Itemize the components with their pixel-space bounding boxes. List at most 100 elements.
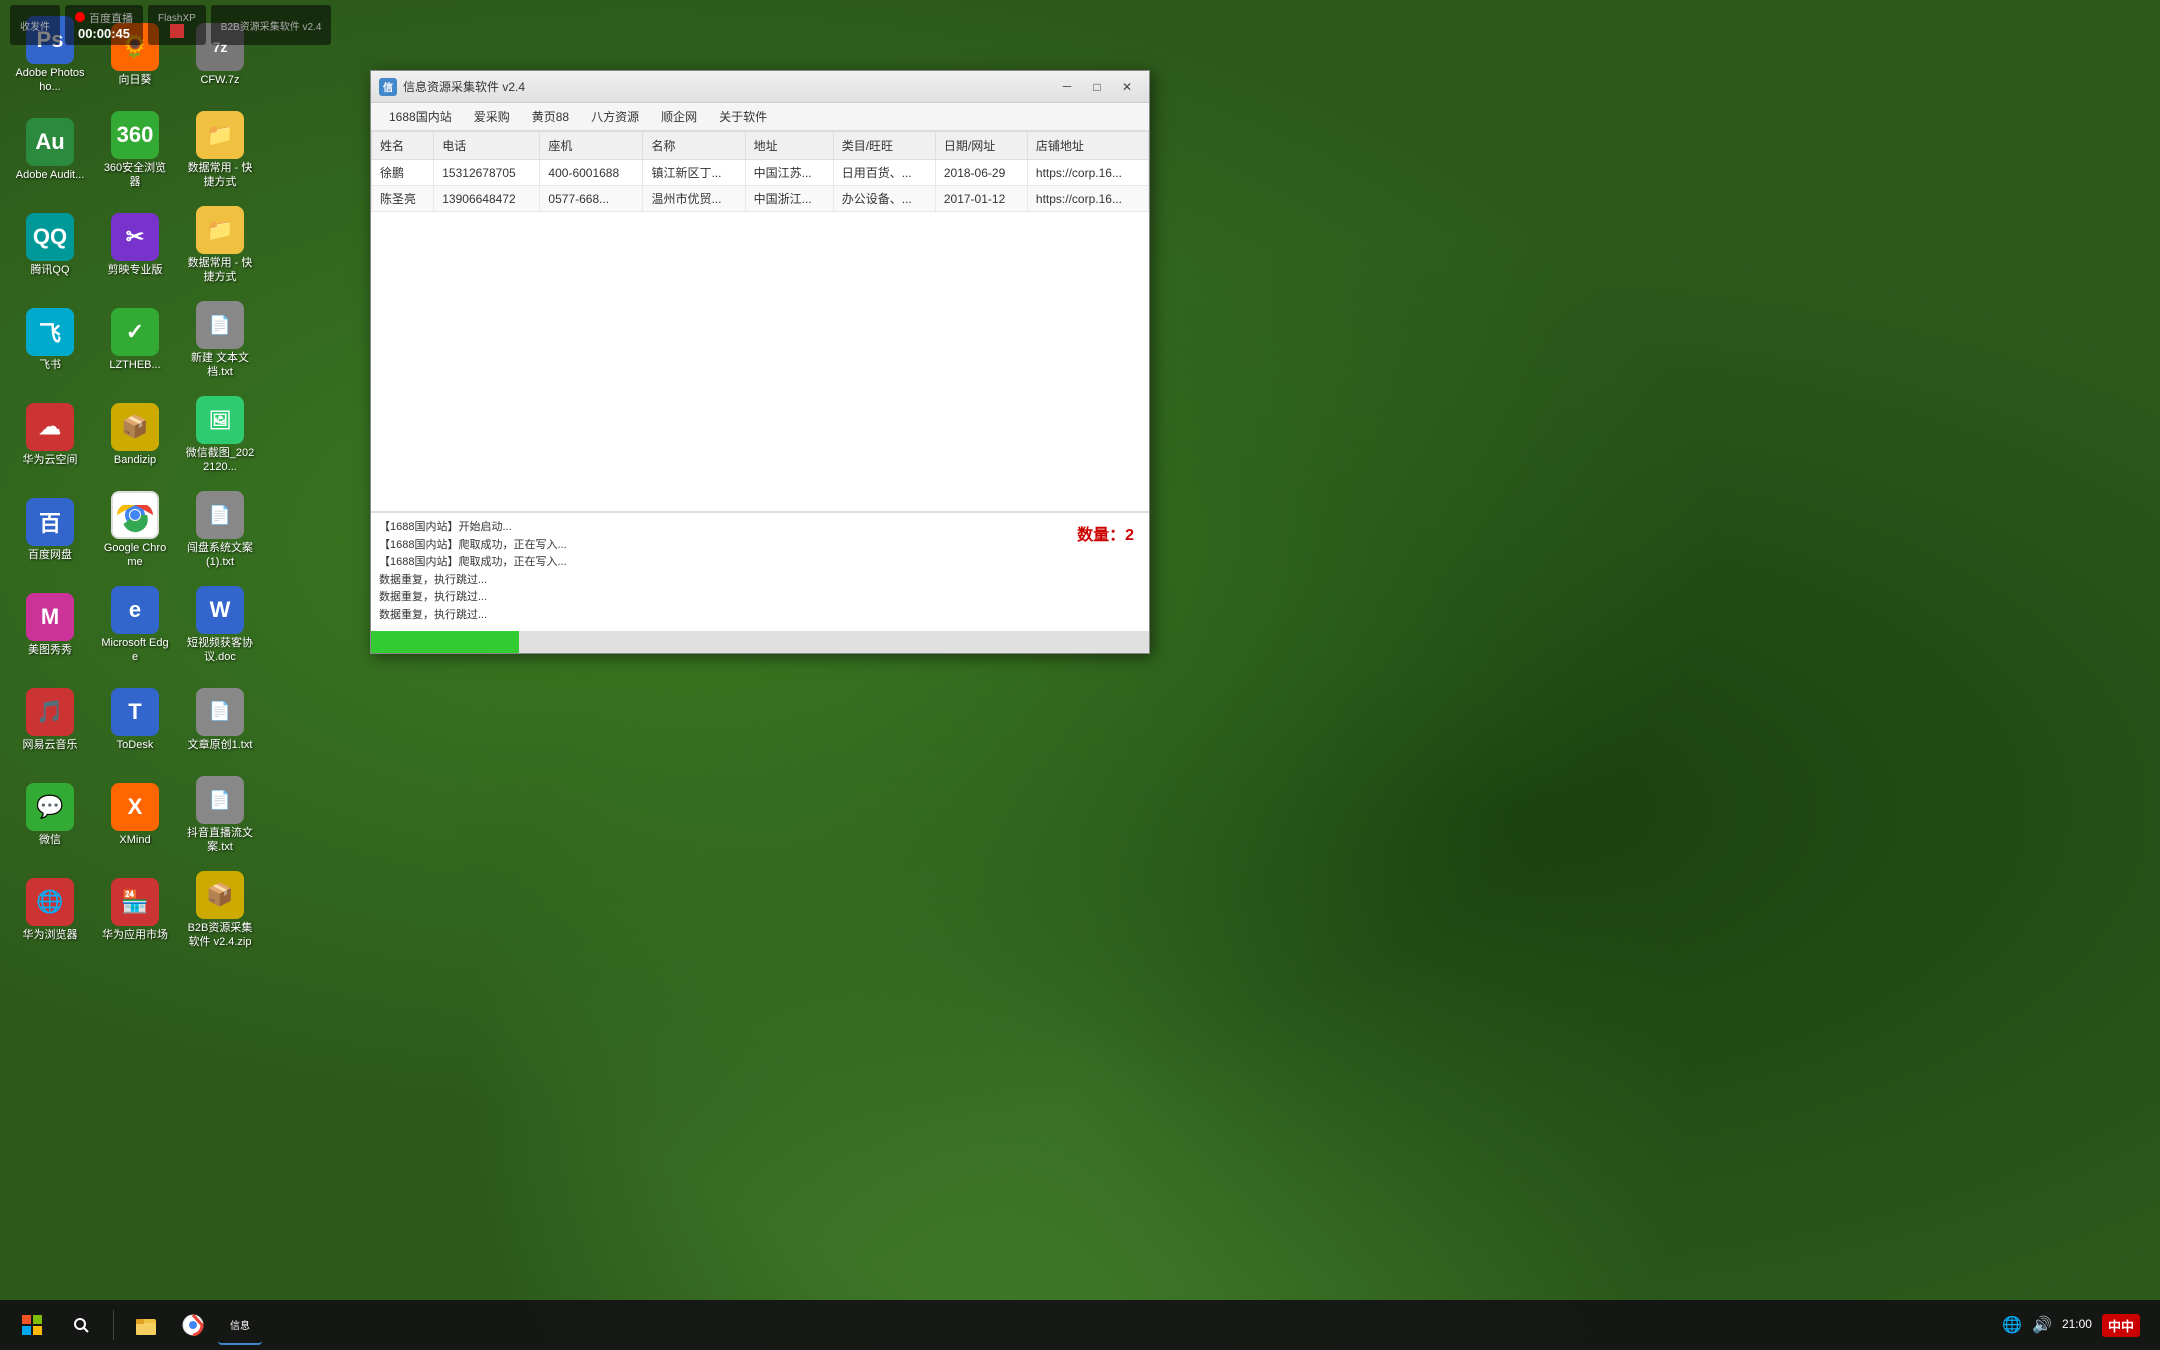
data-folder2-icon: 📁 xyxy=(196,206,244,254)
app-window: 信 信息资源采集软件 v2.4 － □ ✕ 1688国内站 爱采购 黄页88 八… xyxy=(370,70,1150,654)
top-bar-timer: 百度直播 00:00:45 xyxy=(65,5,143,45)
icon-netease-music[interactable]: 🎵 网易云音乐 xyxy=(10,675,90,765)
col-header-name: 姓名 xyxy=(372,132,434,160)
log-line-2: 【1688国内站】爬取成功，正在写入... xyxy=(379,537,1141,555)
taskbar-item-fileexplorer[interactable] xyxy=(124,1305,168,1345)
window-controls: － □ ✕ xyxy=(1053,76,1141,98)
count-badge: 数量：2 xyxy=(1077,521,1134,545)
icon-wechat[interactable]: 💬 微信 xyxy=(10,770,90,860)
icon-wechat-screenshot[interactable]: 🖼 微信截图_2022120... xyxy=(180,390,260,480)
cell-category-1: 日用百货、... xyxy=(833,160,935,186)
menu-1688[interactable]: 1688国内站 xyxy=(379,105,462,128)
icon-qq[interactable]: QQ 腾讯QQ xyxy=(10,200,90,290)
col-header-date: 日期/网址 xyxy=(935,132,1027,160)
taskbar-search[interactable] xyxy=(59,1305,103,1345)
qq-label: 腾讯QQ xyxy=(30,264,69,277)
table-row[interactable]: 陈圣亮 13906648472 0577-668... 温州市优贸... 中国浙… xyxy=(372,186,1149,212)
minimize-button[interactable]: － xyxy=(1053,76,1081,98)
icon-lztheb[interactable]: ✓ LZTHEB... xyxy=(95,295,175,385)
menu-aicaigou[interactable]: 爱采购 xyxy=(464,105,520,128)
icon-data-folder2[interactable]: 📁 数据常用 - 快捷方式 xyxy=(180,200,260,290)
wenzhang-icon: 📄 xyxy=(196,688,244,736)
short-video-doc-icon: W xyxy=(196,586,244,634)
douyin-live-label: 抖音直播流文案.txt xyxy=(185,827,255,853)
ms-edge-label: Microsoft Edge xyxy=(100,637,170,663)
icon-360browser[interactable]: 360 360安全浏览器 xyxy=(95,105,175,195)
icon-xmind[interactable]: X XMind xyxy=(95,770,175,860)
close-button[interactable]: ✕ xyxy=(1113,76,1141,98)
360browser-icon: 360 xyxy=(111,111,159,159)
icon-meitu[interactable]: M 美图秀秀 xyxy=(10,580,90,670)
col-header-storeurl: 店铺地址 xyxy=(1027,132,1148,160)
icon-wenzhang[interactable]: 📄 文章原创1.txt xyxy=(180,675,260,765)
taskbar-start-button[interactable] xyxy=(10,1305,54,1345)
wechat-icon: 💬 xyxy=(26,783,74,831)
google-chrome-icon xyxy=(111,491,159,539)
cell-landline-1: 400-6001688 xyxy=(540,160,643,186)
cell-shopname-1: 镇江新区丁... xyxy=(643,160,745,186)
textfile-icon: 📄 xyxy=(196,301,244,349)
icon-adobe-au[interactable]: Au Adobe Audit... xyxy=(10,105,90,195)
cell-landline-2: 0577-668... xyxy=(540,186,643,212)
icon-short-video-doc[interactable]: W 短视频获客协议.doc xyxy=(180,580,260,670)
icon-huawei-appstore[interactable]: 🏪 华为应用市场 xyxy=(95,865,175,955)
icon-b2b-zip[interactable]: 📦 B2B资源采集软件 v2.4.zip xyxy=(180,865,260,955)
taskbar-item-chrome[interactable] xyxy=(171,1305,215,1345)
top-bar: 收发件 百度直播 00:00:45 FlashXP B2B资源采集软件 v2.4 xyxy=(0,0,2160,50)
top-bar-mail: 收发件 xyxy=(10,5,60,45)
netease-music-icon: 🎵 xyxy=(26,688,74,736)
icon-ms-edge[interactable]: e Microsoft Edge xyxy=(95,580,175,670)
icon-baidu-pan[interactable]: 百 百度网盘 xyxy=(10,485,90,575)
icon-huawei-cloud[interactable]: ☁ 华为云空间 xyxy=(10,390,90,480)
icon-folder-data[interactable]: 📁 数据常用 - 快捷方式 xyxy=(180,105,260,195)
ime-indicator[interactable]: 中中 xyxy=(2102,1314,2140,1337)
wechat-label: 微信 xyxy=(39,834,61,847)
menu-huangye88[interactable]: 黄页88 xyxy=(522,105,579,128)
taskbar-item-app-window[interactable]: 信息 xyxy=(218,1305,262,1345)
icon-bandizip[interactable]: 📦 Bandizip xyxy=(95,390,175,480)
adobe-ps-label: Adobe Photosho... xyxy=(15,67,85,93)
icon-google-chrome[interactable]: Google Chrome xyxy=(95,485,175,575)
flashxp-label: FlashXP xyxy=(158,13,196,24)
feishu-label: 飞书 xyxy=(39,359,61,372)
icon-jianying[interactable]: ✂ 剪映专业版 xyxy=(95,200,175,290)
recording-indicator xyxy=(75,12,85,22)
icon-wenjian[interactable]: 📄 闯盘系统文案(1).txt xyxy=(180,485,260,575)
window-titlebar: 信 信息资源采集软件 v2.4 － □ ✕ xyxy=(371,71,1149,103)
search-icon xyxy=(72,1316,90,1334)
wenjian-icon: 📄 xyxy=(196,491,244,539)
taskbar-pinned-items: 信息 xyxy=(124,1305,1058,1345)
col-header-landline: 座机 xyxy=(540,132,643,160)
icon-feishu[interactable]: 飞 飞书 xyxy=(10,295,90,385)
icon-huawei-browser[interactable]: 🌐 华为浏览器 xyxy=(10,865,90,955)
cell-date-2: 2017-01-12 xyxy=(935,186,1027,212)
desktop-icons-area: Ps Adobe Photosho... 🌻 向日葵 7z CFW.7z Au … xyxy=(0,0,260,900)
mail-label: 收发件 xyxy=(20,18,50,33)
app-icon: 信 xyxy=(379,78,397,96)
xmind-icon: X xyxy=(111,783,159,831)
table-row[interactable]: 徐鹏 15312678705 400-6001688 镇江新区丁... 中国江苏… xyxy=(372,160,1149,186)
window-content-area: 姓名 电话 座机 名称 地址 类目/旺旺 日期/网址 店铺地址 徐鹏 xyxy=(371,131,1149,512)
icon-todesk[interactable]: T ToDesk xyxy=(95,675,175,765)
maximize-button[interactable]: □ xyxy=(1083,76,1111,98)
lztheb-label: LZTHEB... xyxy=(109,359,160,372)
taskbar-volume-icon: 🔊 xyxy=(2032,1315,2052,1335)
feishu-icon: 飞 xyxy=(26,308,74,356)
file-explorer-icon xyxy=(135,1314,157,1336)
windows-logo-icon xyxy=(22,1315,42,1335)
bandizip-icon: 📦 xyxy=(111,403,159,451)
menu-bafang[interactable]: 八方资源 xyxy=(581,105,649,128)
menu-about[interactable]: 关于软件 xyxy=(709,105,777,128)
ime-label: 中 xyxy=(2108,1319,2121,1334)
icon-textfile[interactable]: 📄 新建 文本文档.txt xyxy=(180,295,260,385)
jianying-label: 剪映专业版 xyxy=(108,264,163,277)
icon-douyin-live[interactable]: 📄 抖音直播流文案.txt xyxy=(180,770,260,860)
col-header-category: 类目/旺旺 xyxy=(833,132,935,160)
wechat-screenshot-label: 微信截图_2022120... xyxy=(185,447,255,473)
menu-shunqi[interactable]: 顺企网 xyxy=(651,105,707,128)
meitu-label: 美图秀秀 xyxy=(28,644,72,657)
baidu-pan-label: 百度网盘 xyxy=(28,549,72,562)
short-video-doc-label: 短视频获客协议.doc xyxy=(185,637,255,663)
cell-phone-1: 15312678705 xyxy=(434,160,540,186)
log-area: 【1688国内站】开始启动... 【1688国内站】爬取成功，正在写入... 【… xyxy=(371,512,1149,631)
